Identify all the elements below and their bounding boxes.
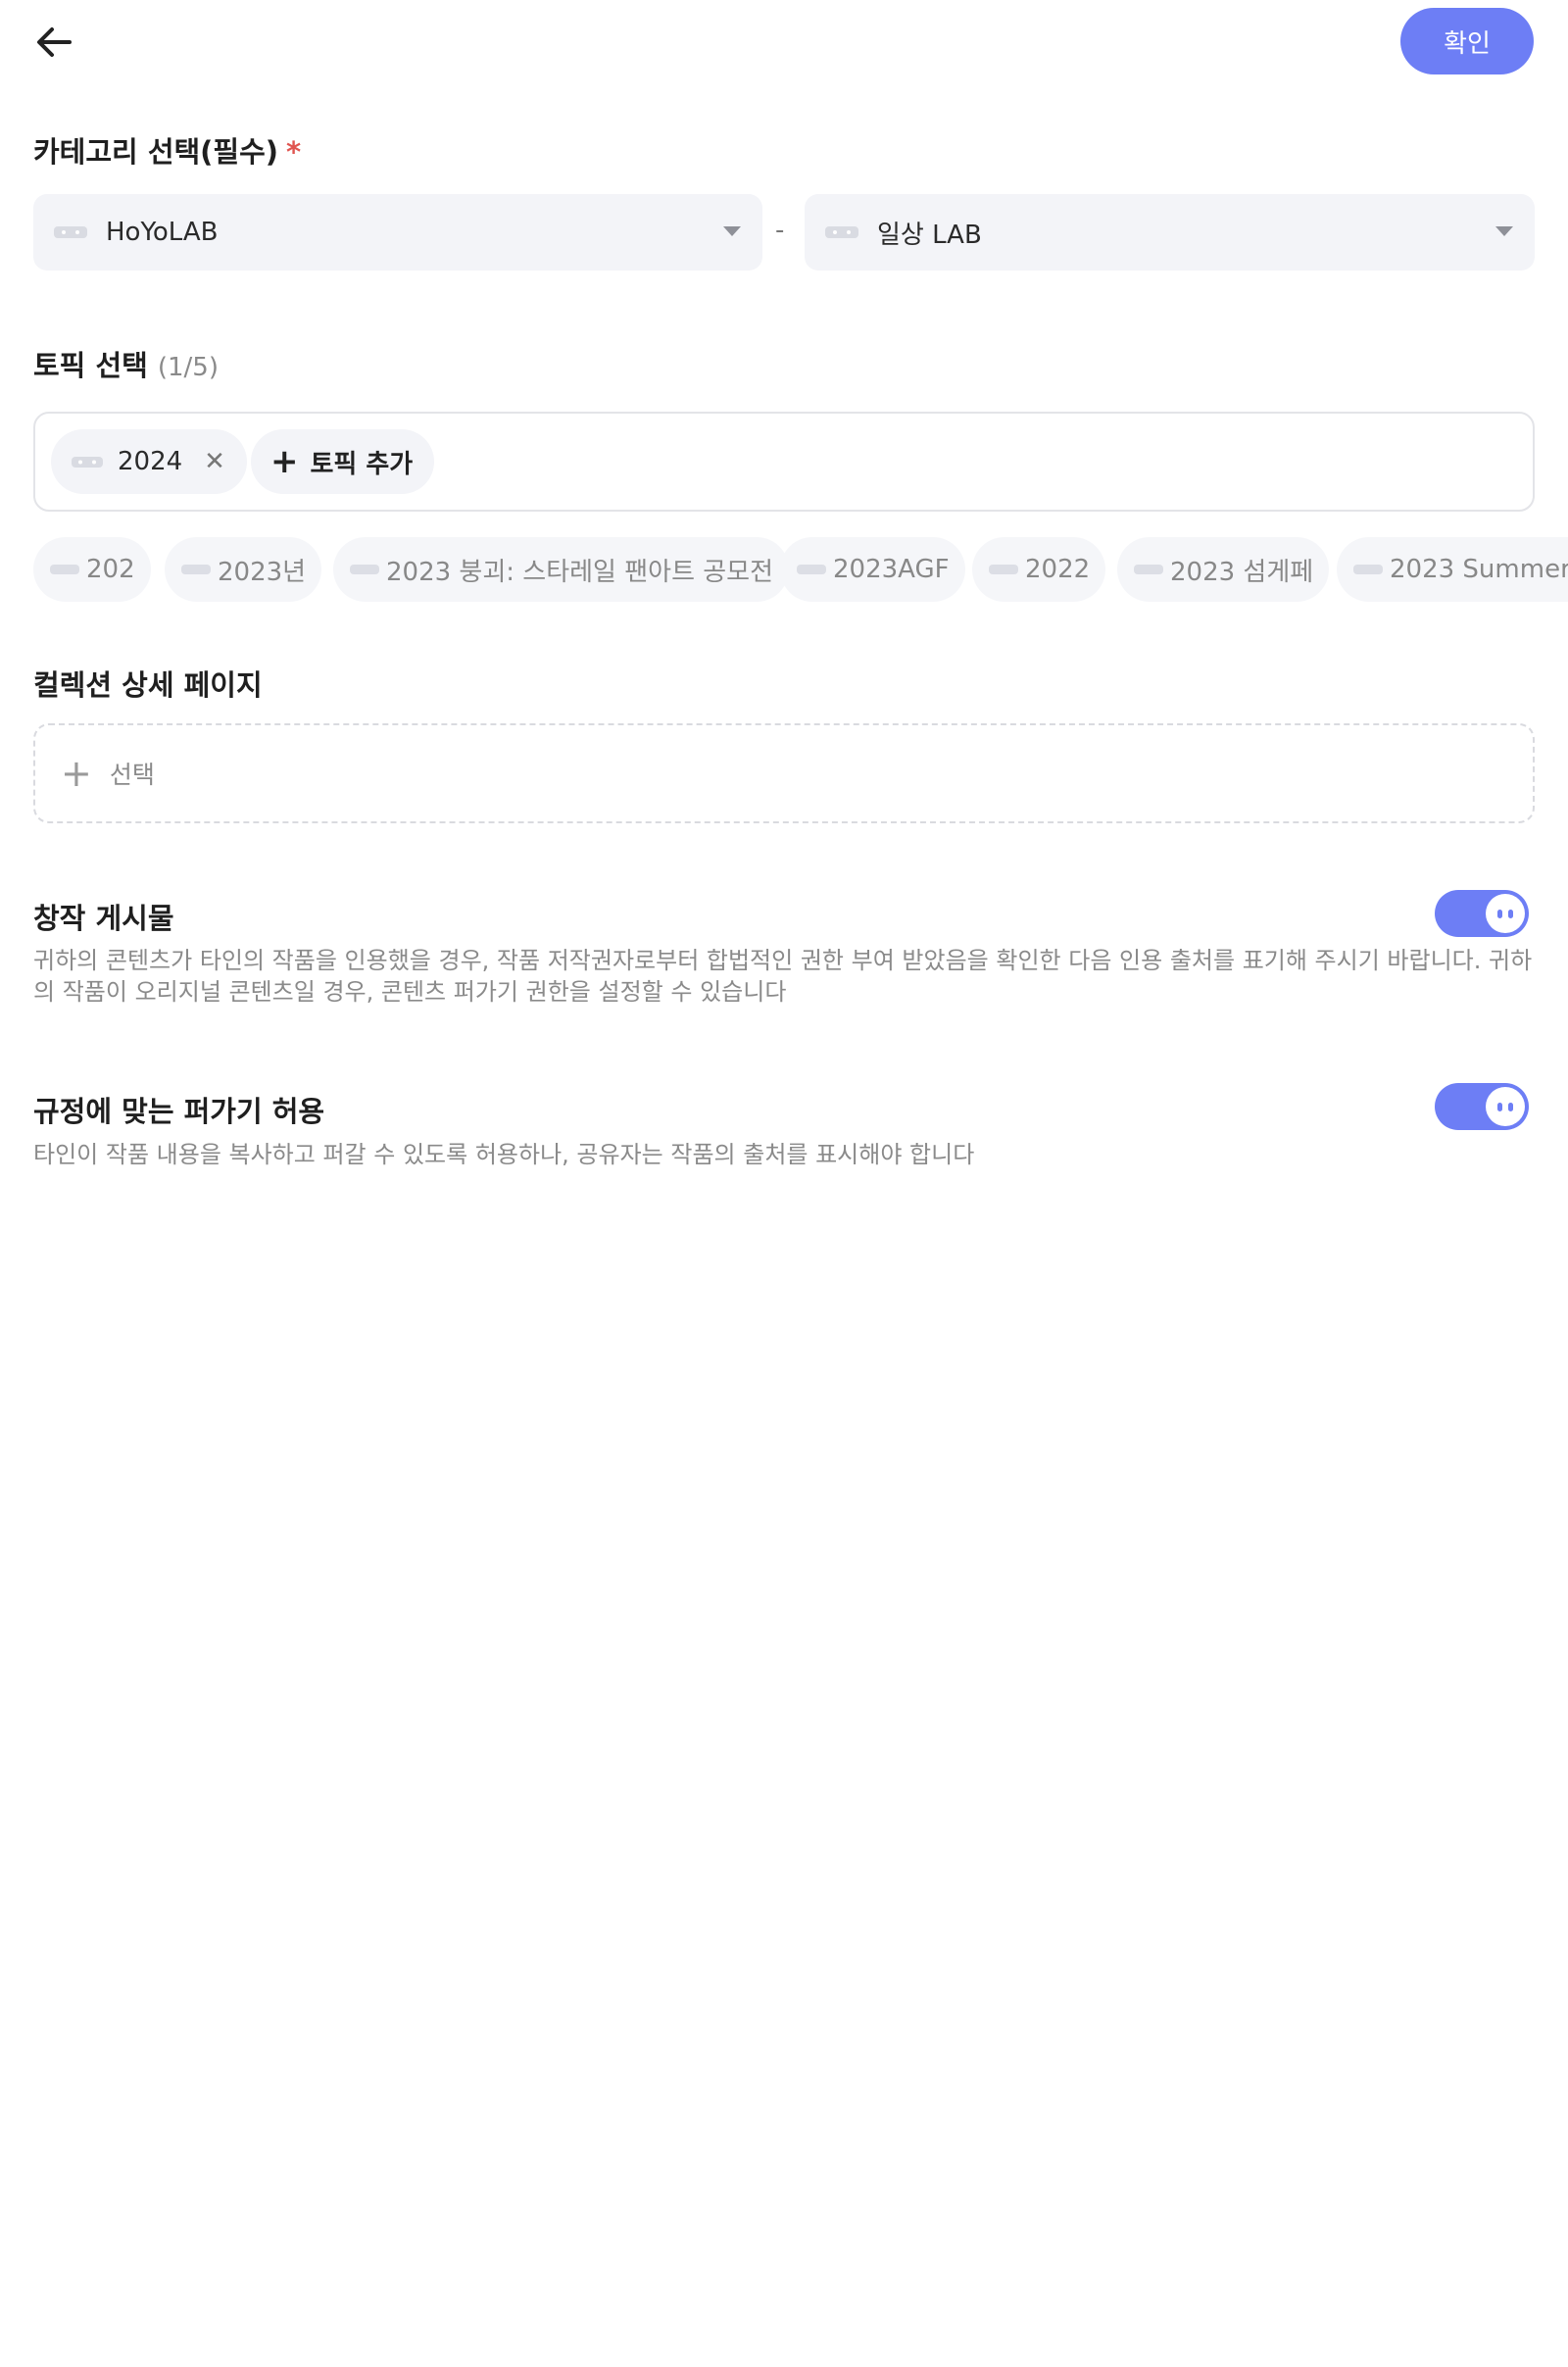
topic-suggestion-chip[interactable]: 2023년 [165, 537, 322, 602]
arrow-left-icon [37, 27, 72, 57]
hoyolab-logo-icon [181, 565, 211, 574]
repost-title: 규정에 맞는 퍼가기 허용 [33, 1095, 325, 1128]
creative-post-toggle[interactable] [1435, 890, 1529, 937]
topic-suggestion-label: 2023년 [218, 557, 307, 587]
hoyolab-logo-icon [54, 226, 87, 238]
category-primary-select[interactable]: HoYoLAB [33, 194, 762, 271]
topic-suggestion-label: 202 [86, 555, 135, 584]
category-secondary-select[interactable]: 일상 LAB [805, 194, 1535, 271]
topic-suggestions: 202 2023년 2023 붕괴: 스타레일 팬아트 공모전 2023AGF … [33, 537, 1568, 604]
hoyolab-logo-icon [1353, 565, 1383, 574]
confirm-button[interactable]: 확인 [1400, 8, 1534, 74]
top-bar: 확인 [0, 0, 1568, 88]
collection-select-label: 선택 [109, 761, 155, 789]
caret-down-icon [723, 226, 741, 236]
caret-down-icon [1495, 226, 1513, 236]
selected-topic-chip: 2024 ✕ [51, 429, 247, 494]
creative-post-title: 창작 게시물 [33, 902, 174, 935]
plus-icon: + [61, 752, 92, 795]
close-icon[interactable]: ✕ [204, 447, 225, 476]
hoyolab-logo-icon [989, 565, 1018, 574]
category-secondary-value: 일상 LAB [877, 220, 982, 250]
topic-suggestion-chip[interactable]: 2023 붕괴: 스타레일 팬아트 공모전 [333, 537, 790, 602]
toggle-knob [1486, 1087, 1525, 1126]
collection-section-title: 컬렉션 상세 페이지 [33, 668, 263, 702]
category-primary-value: HoYoLAB [106, 218, 219, 247]
topic-suggestion-label: 2023AGF [833, 555, 950, 584]
topic-count: (1/5) [157, 353, 219, 382]
selected-topic-label: 2024 [118, 447, 183, 476]
plus-icon: + [270, 442, 299, 481]
topic-suggestion-chip[interactable]: 2022 [972, 537, 1106, 602]
creative-post-description: 귀하의 콘텐츠가 타인의 작품을 인용했을 경우, 작품 저작권자로부터 합법적… [33, 947, 1533, 1006]
topic-suggestion-label: 2023 Summer C [1390, 555, 1568, 584]
topic-input-box[interactable]: 2024 ✕ + 토픽 추가 [33, 412, 1535, 512]
topic-section-title: 토픽 선택 (1/5) [33, 343, 219, 384]
hoyolab-logo-icon [797, 565, 826, 574]
topic-suggestion-label: 2022 [1025, 555, 1091, 584]
toggle-knob [1486, 894, 1525, 933]
category-separator: - [775, 216, 785, 245]
add-topic-label: 토픽 추가 [310, 449, 414, 479]
topic-suggestion-chip[interactable]: 2023 섬게페 [1117, 537, 1330, 602]
hoyolab-logo-icon [50, 565, 79, 574]
back-button[interactable] [29, 18, 78, 67]
collection-select-box[interactable]: + 선택 [33, 723, 1535, 823]
repost-description: 타인이 작품 내용을 복사하고 퍼갈 수 있도록 허용하나, 공유자는 작품의 … [33, 1141, 975, 1168]
category-title-text: 카테고리 선택(필수) [33, 135, 279, 169]
add-topic-button[interactable]: + 토픽 추가 [251, 429, 435, 494]
topic-suggestion-chip[interactable]: 2023AGF [780, 537, 965, 602]
repost-toggle[interactable] [1435, 1083, 1529, 1130]
hoyolab-logo-icon [72, 456, 103, 468]
topic-suggestion-label: 2023 붕괴: 스타레일 팬아트 공모전 [386, 557, 774, 587]
category-section-title: 카테고리 선택(필수) * [33, 129, 301, 171]
topic-suggestion-label: 2023 섬게페 [1170, 557, 1314, 587]
hoyolab-logo-icon [825, 226, 858, 238]
topic-suggestion-chip[interactable]: 202 [33, 537, 151, 602]
hoyolab-logo-icon [1134, 565, 1163, 574]
topic-suggestion-chip[interactable]: 2023 Summer C [1337, 537, 1568, 602]
topic-title-text: 토픽 선택 [33, 349, 148, 382]
hoyolab-logo-icon [350, 565, 379, 574]
required-mark: * [286, 135, 302, 169]
